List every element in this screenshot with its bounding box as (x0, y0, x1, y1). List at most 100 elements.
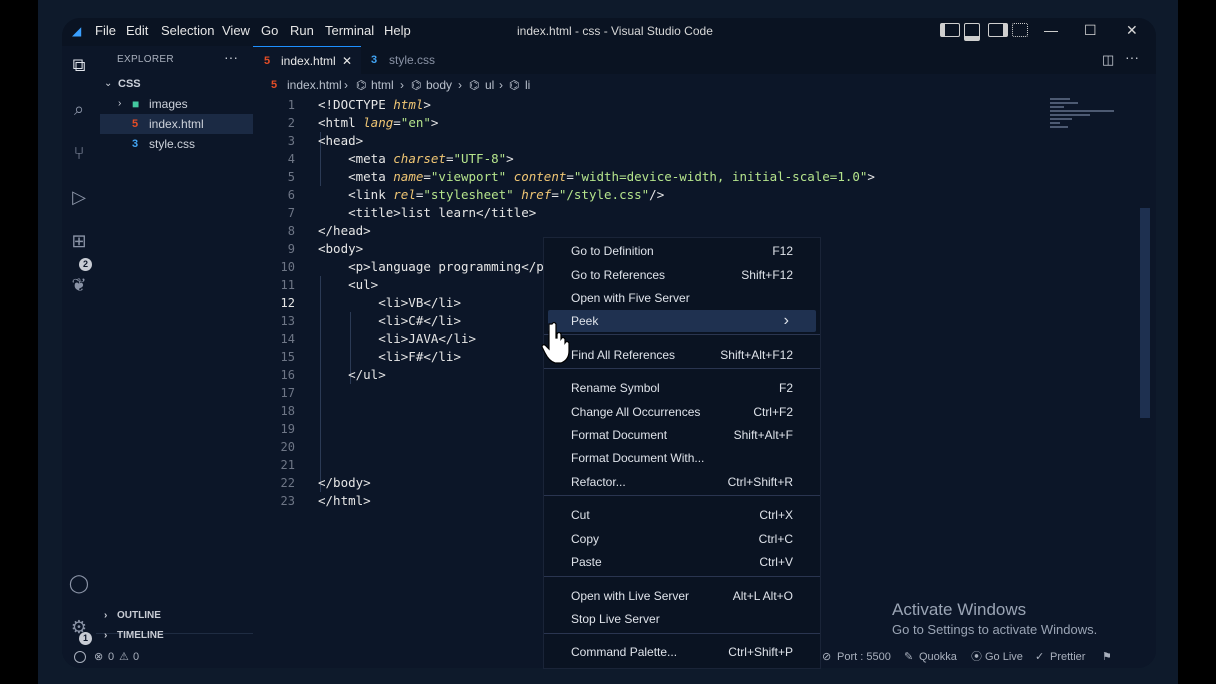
search-icon[interactable]: ⌕ (66, 96, 92, 122)
menu-item-format-document[interactable]: Format Document Shift+Alt+F (544, 424, 820, 446)
code-line[interactable]: <meta charset="UTF-8"> (318, 150, 875, 168)
menu-item-label: Paste (571, 555, 602, 569)
menu-help[interactable]: Help (384, 23, 411, 38)
menu-selection[interactable]: Selection (161, 23, 214, 38)
close-window-icon[interactable]: ✕ (1126, 22, 1138, 39)
menu-item-find-all-references[interactable]: Find All References Shift+Alt+F12 (544, 344, 820, 366)
folder-icon: ■ (132, 97, 140, 111)
code-line[interactable]: <meta name="viewport" content="width=dev… (318, 168, 875, 186)
menu-item-copy[interactable]: Copy Ctrl+C (544, 528, 820, 550)
menu-item-shortcut: Shift+Alt+F12 (720, 348, 793, 362)
error-icon[interactable]: ⊗ (94, 646, 103, 668)
extensions-icon[interactable]: ⊞ (66, 228, 92, 254)
element-icon: ⌬ (411, 78, 422, 92)
breadcrumb-li[interactable]: li (525, 74, 530, 96)
minimize-icon[interactable]: — (1044, 22, 1058, 38)
menu-item-label: Open with Live Server (571, 589, 690, 603)
menu-edit[interactable]: Edit (126, 23, 148, 38)
warning-count[interactable]: 0 (133, 646, 139, 668)
port-status[interactable]: Port : 5500 (837, 646, 891, 668)
split-editor-icon[interactable]: ◫ (1102, 52, 1114, 68)
golive-icon: ⦿ (971, 651, 982, 663)
menu-item-label: Open with Five Server (571, 291, 690, 305)
menu-item-go-to-references[interactable]: Go to References Shift+F12 (544, 264, 820, 286)
editor-scrollbar[interactable] (1140, 208, 1150, 418)
line-number: 19 (280, 422, 295, 436)
run-debug-icon[interactable]: ▷ (66, 184, 92, 210)
golive-button[interactable]: Go Live (985, 646, 1023, 668)
line-number: 15 (280, 350, 295, 364)
explorer-more-icon[interactable]: ··· (224, 49, 238, 65)
folder-css[interactable]: ⌄ CSS (96, 74, 253, 94)
menu-item-shortcut: Shift+F12 (741, 268, 793, 282)
toggle-secondary-sidebar-icon[interactable] (988, 23, 1008, 37)
minimap (1050, 96, 1130, 156)
menu-view[interactable]: View (222, 23, 250, 38)
html-file-icon: 5 (264, 55, 271, 67)
tab-index-html[interactable]: 5 index.html ✕ (253, 46, 361, 75)
breadcrumb-file[interactable]: index.html (287, 74, 342, 96)
editor-more-icon[interactable]: ··· (1125, 49, 1139, 65)
tree-item-index-html[interactable]: 5 index.html (100, 114, 253, 134)
tab-style-css[interactable]: 3 style.css (361, 46, 469, 74)
menu-item-change-all-occurrences[interactable]: Change All Occurrences Ctrl+F2 (544, 401, 820, 423)
html-file-icon: 5 (271, 79, 278, 91)
menu-item-go-to-definition[interactable]: Go to Definition F12 (544, 240, 820, 262)
explorer-icon[interactable]: ⧉ (66, 52, 92, 78)
menu-item-stop-live-server[interactable]: Stop Live Server (544, 608, 820, 630)
css-file-icon: 3 (132, 138, 139, 150)
menu-item-open-with-five-server[interactable]: Open with Five Server (544, 287, 820, 309)
line-number: 11 (280, 278, 295, 292)
menu-item-shortcut: Ctrl+F2 (753, 405, 793, 419)
code-line[interactable]: <html lang="en"> (318, 114, 875, 132)
menu-go[interactable]: Go (261, 23, 278, 38)
menu-separator (544, 576, 820, 577)
menu-terminal[interactable]: Terminal (325, 23, 374, 38)
menu-item-label: Go to References (571, 268, 666, 282)
chevron-right-icon: › (499, 78, 503, 92)
menu-item-shortcut: Ctrl+Shift+R (727, 475, 793, 489)
menu-item-rename-symbol[interactable]: Rename Symbol F2 (544, 377, 820, 399)
menu-item-label: Find All References (571, 348, 676, 362)
menu-item-command-palette[interactable]: Command Palette... Ctrl+Shift+P (544, 641, 820, 663)
code-line[interactable]: <link rel="stylesheet" href="/style.css"… (318, 186, 875, 204)
breadcrumb-ul[interactable]: ul (485, 74, 494, 96)
menu-item-cut[interactable]: Cut Ctrl+X (544, 504, 820, 526)
customize-layout-icon[interactable] (1012, 23, 1028, 37)
menu-item-paste[interactable]: Paste Ctrl+V (544, 551, 820, 573)
line-number: 2 (287, 116, 295, 130)
warning-icon[interactable]: ⚠ (119, 646, 129, 668)
menu-file[interactable]: File (95, 23, 116, 38)
account-icon[interactable]: ◯ (66, 570, 92, 596)
line-number: 8 (287, 224, 295, 238)
code-line[interactable]: <!DOCTYPE html> (318, 96, 875, 114)
breadcrumb-body[interactable]: body (426, 74, 452, 96)
context-menu: Go to Definition F12 Go to References Shift… (543, 237, 821, 669)
toggle-primary-sidebar-icon[interactable] (940, 23, 960, 37)
mongodb-leaf-icon[interactable]: ❦ (66, 272, 92, 298)
toggle-panel-icon[interactable] (964, 23, 980, 41)
prettier-status[interactable]: Prettier (1050, 646, 1085, 668)
section-outline[interactable]: › OUTLINE (96, 606, 253, 626)
menu-item-refactor[interactable]: Refactor... Ctrl+Shift+R (544, 471, 820, 493)
maximize-icon[interactable]: ☐ (1084, 22, 1097, 39)
line-number: 13 (280, 314, 295, 328)
breadcrumb-html[interactable]: html (371, 74, 394, 96)
menu-item-format-document-with[interactable]: Format Document With... (544, 447, 820, 469)
feedback-icon[interactable]: ⚑ (1102, 646, 1112, 668)
source-control-icon[interactable]: ⑂ (66, 140, 92, 166)
error-count[interactable]: 0 (108, 646, 114, 668)
close-tab-icon[interactable]: ✕ (342, 47, 352, 75)
tree-item-images[interactable]: › ■ images (96, 94, 253, 114)
menu-run[interactable]: Run (290, 23, 314, 38)
menu-item-peek[interactable]: Peek › (548, 310, 816, 332)
menu-item-label: Format Document (571, 428, 668, 442)
vscode-remote-icon[interactable] (74, 651, 86, 663)
code-line[interactable]: <title>list learn</title> (318, 204, 875, 222)
quokka-status[interactable]: Quokka (919, 646, 957, 668)
section-timeline[interactable]: › TIMELINE (96, 626, 253, 646)
line-number: 4 (287, 152, 295, 166)
tree-item-style-css[interactable]: 3 style.css (96, 134, 253, 154)
code-line[interactable]: <head> (318, 132, 875, 150)
menu-item-open-with-live-server[interactable]: Open with Live Server Alt+L Alt+O (544, 585, 820, 607)
